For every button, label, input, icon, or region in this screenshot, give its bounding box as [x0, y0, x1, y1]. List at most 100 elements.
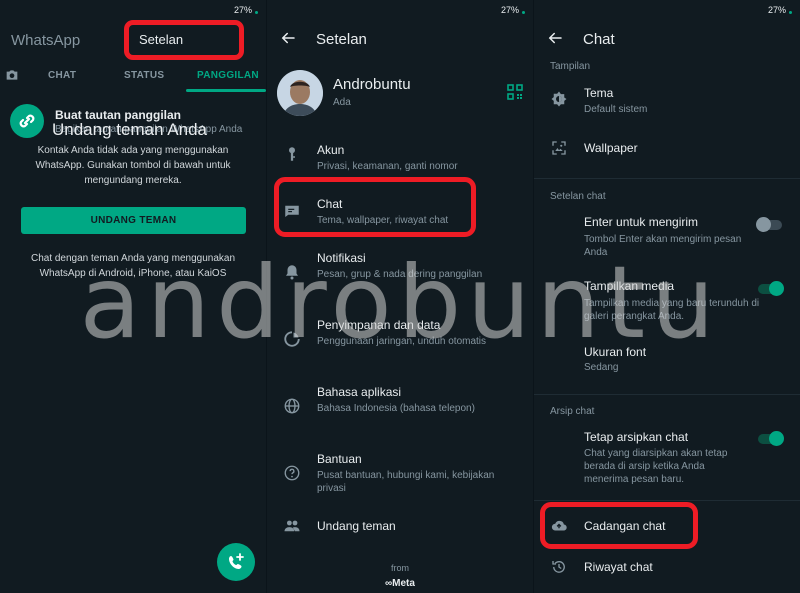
- help-icon: [284, 465, 300, 481]
- highlight-setelan-menu[interactable]: Setelan: [124, 20, 244, 60]
- settings-item-title: Notifikasi: [317, 251, 366, 265]
- settings-item-title: Ukuran font: [584, 345, 647, 359]
- brightness-icon: [551, 91, 567, 107]
- invite-heading-overlay: Undang teman Anda: [52, 120, 208, 139]
- settings-item-title: Penyimpanan dan data: [317, 318, 441, 332]
- settings-item-media-visibility[interactable]: Tampilkan media Tampilkan media yang bar…: [534, 279, 800, 323]
- settings-item-help[interactable]: Bantuan Pusat bantuan, hubungi kami, keb…: [267, 452, 533, 496]
- settings-item-storage[interactable]: Penyimpanan dan data Penggunaan jaringan…: [267, 318, 533, 362]
- profile-name: Androbuntu: [333, 76, 411, 93]
- avatar-photo: [277, 70, 323, 116]
- history-icon: [552, 561, 565, 573]
- battery-level: 27%: [233, 5, 252, 15]
- enter-send-toggle[interactable]: [756, 217, 782, 232]
- settings-item-keep-archived[interactable]: Tetap arsipkan chat Chat yang diarsipkan…: [534, 430, 800, 486]
- new-call-button[interactable]: [217, 543, 255, 581]
- active-tab-indicator: [186, 89, 266, 92]
- chat-settings-app-bar: Chat: [534, 20, 800, 60]
- highlight-backup-item: [540, 502, 698, 549]
- app-title: WhatsApp: [11, 32, 81, 49]
- globe-icon: [284, 398, 300, 414]
- settings-item-invite[interactable]: Undang teman: [267, 517, 533, 537]
- settings-item-title: Tema: [584, 86, 614, 100]
- settings-item-subtitle: Penggunaan jaringan, unduh otomatis: [317, 336, 487, 347]
- page-title: Chat: [583, 31, 615, 48]
- status-dot: [789, 11, 792, 14]
- key-icon: [289, 147, 295, 161]
- settings-item-title: Bantuan: [317, 452, 362, 466]
- settings-item-font-size[interactable]: Ukuran font Sedang: [534, 343, 800, 379]
- page-title: Setelan: [316, 31, 367, 48]
- settings-item-subtitle: Tampilkan media yang baru terunduh di ga…: [584, 298, 760, 322]
- settings-item-subtitle: Tombol Enter akan mengirim pesan Anda: [584, 234, 742, 258]
- settings-item-history[interactable]: Riwayat chat: [534, 558, 800, 578]
- divider: [534, 394, 800, 395]
- camera-icon[interactable]: [4, 67, 20, 83]
- settings-item-subtitle: Privasi, keamanan, ganti nomor: [317, 161, 458, 172]
- settings-panel: 27% Setelan Androbuntu Ada Akun Privasi,…: [267, 0, 533, 593]
- invite-friends-button[interactable]: UNDANG TEMAN: [21, 207, 246, 234]
- section-chat-settings: Setelan chat: [550, 191, 606, 202]
- media-visibility-toggle[interactable]: [758, 281, 784, 296]
- status-bar: 27%: [534, 0, 800, 20]
- status-bar: 27%: [0, 0, 266, 20]
- section-display: Tampilan: [550, 61, 591, 72]
- back-arrow-icon[interactable]: [279, 29, 297, 47]
- bell-icon: [286, 265, 298, 280]
- settings-item-notifications[interactable]: Notifikasi Pesan, grup & nada dering pan…: [267, 251, 533, 295]
- status-dot: [255, 11, 258, 14]
- settings-item-title: Enter untuk mengirim: [584, 215, 699, 229]
- add-call-icon: [229, 553, 244, 569]
- toggle-knob: [769, 281, 784, 296]
- settings-item-title: Tetap arsipkan chat: [584, 430, 689, 444]
- settings-item-subtitle: Pusat bantuan, hubungi kami, kebijakan p…: [317, 470, 495, 494]
- settings-item-title: Undang teman: [317, 519, 396, 533]
- link-icon-circle: [10, 104, 44, 138]
- status-dot: [522, 11, 525, 14]
- settings-item-subtitle: Bahasa Indonesia (bahasa telepon): [317, 403, 475, 414]
- tab-bar: CHAT STATUS PANGGILAN: [0, 62, 266, 92]
- settings-item-language[interactable]: Bahasa aplikasi Bahasa Indonesia (bahasa…: [267, 385, 533, 429]
- calls-panel: 27% WhatsApp Setelan CHAT STATUS PANGGIL…: [0, 0, 266, 593]
- tab-calls[interactable]: PANGGILAN: [197, 70, 259, 81]
- status-bar: 27%: [267, 0, 533, 20]
- invite-description: Kontak Anda tidak ada yang menggunakan W…: [35, 145, 231, 186]
- settings-item-title: Tampilkan media: [584, 279, 675, 293]
- settings-item-subtitle: Default sistem: [584, 104, 648, 115]
- qr-code-icon[interactable]: [507, 84, 523, 100]
- settings-item-enter-send[interactable]: Enter untuk mengirim Tombol Enter akan m…: [534, 215, 800, 259]
- wallpaper-icon: [552, 141, 566, 155]
- settings-item-title: Riwayat chat: [584, 560, 653, 574]
- divider: [534, 178, 800, 179]
- profile-row[interactable]: Androbuntu Ada: [277, 70, 527, 120]
- settings-item-wallpaper[interactable]: Wallpaper: [534, 139, 800, 159]
- friends-description: Chat dengan teman Anda yang menggunakan …: [30, 253, 236, 279]
- section-archive: Arsip chat: [550, 406, 595, 417]
- storage-icon: [284, 331, 300, 347]
- tab-status[interactable]: STATUS: [124, 70, 164, 81]
- meta-logo: ∞Meta: [385, 578, 415, 589]
- settings-item-theme[interactable]: Tema Default sistem: [534, 84, 800, 120]
- keep-archived-toggle[interactable]: [758, 431, 784, 446]
- settings-app-bar: Setelan: [267, 20, 533, 60]
- settings-item-subtitle: Sedang: [584, 362, 619, 373]
- people-icon: [284, 520, 300, 532]
- settings-menu-item[interactable]: Setelan: [139, 32, 183, 47]
- profile-status: Ada: [333, 97, 351, 108]
- tab-chat[interactable]: CHAT: [48, 70, 76, 81]
- settings-item-title: Bahasa aplikasi: [317, 385, 402, 399]
- settings-item-subtitle: Pesan, grup & nada dering panggilan: [317, 269, 483, 280]
- settings-item-title: Akun: [317, 143, 345, 157]
- battery-level: 27%: [500, 5, 519, 15]
- settings-item-title: Wallpaper: [584, 141, 638, 155]
- highlight-chat-item: [274, 177, 476, 237]
- settings-item-subtitle: Chat yang diarsipkan akan tetap berada d…: [584, 448, 728, 485]
- battery-level: 27%: [767, 5, 786, 15]
- settings-item-account[interactable]: Akun Privasi, keamanan, ganti nomor: [267, 141, 533, 179]
- toggle-knob: [756, 217, 771, 232]
- divider: [534, 500, 800, 501]
- from-label: from: [391, 563, 409, 573]
- avatar[interactable]: [277, 70, 323, 116]
- toggle-knob: [769, 431, 784, 446]
- back-arrow-icon[interactable]: [546, 29, 564, 47]
